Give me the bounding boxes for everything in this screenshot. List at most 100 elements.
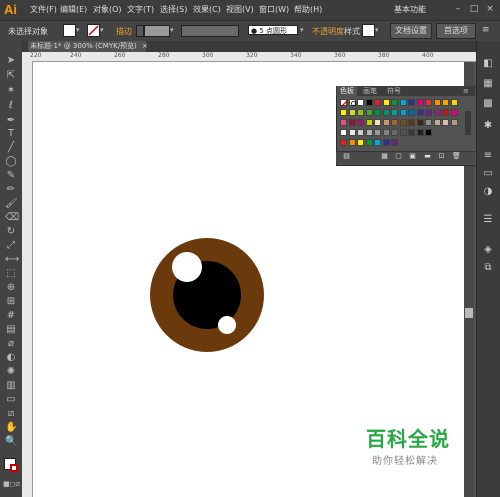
- swatch-libraries-icon[interactable]: ▤: [342, 152, 351, 161]
- swatches-scrollbar[interactable]: [465, 111, 471, 135]
- color-swatch[interactable]: [382, 119, 390, 126]
- color-swatch[interactable]: [374, 99, 381, 106]
- fill-swatch[interactable]: [63, 24, 76, 37]
- document-tab-close-icon[interactable]: ×: [142, 42, 148, 50]
- color-swatch[interactable]: [374, 139, 381, 146]
- mesh-tool-icon[interactable]: #: [5, 310, 17, 322]
- color-swatch[interactable]: [408, 99, 415, 106]
- color-swatch[interactable]: [450, 99, 458, 106]
- graphic-style-swatch[interactable]: [362, 24, 375, 37]
- preferences-button[interactable]: 首选项: [436, 23, 476, 39]
- color-swatch[interactable]: [416, 109, 424, 116]
- color-swatch[interactable]: [442, 119, 449, 126]
- brushes-panel-icon[interactable]: ✱: [482, 120, 494, 132]
- pen-tool-icon[interactable]: ✒: [5, 115, 17, 127]
- stroke-weight-stepper[interactable]: [136, 25, 144, 37]
- variable-width-profile[interactable]: [181, 25, 239, 37]
- free-transform-tool-icon[interactable]: ⬚: [5, 268, 17, 280]
- align-icon[interactable]: ≡: [482, 25, 490, 35]
- eye-highlight-small[interactable]: [218, 316, 236, 334]
- color-swatch[interactable]: [365, 109, 373, 116]
- menu-help[interactable]: 帮助(H): [294, 4, 322, 15]
- slice-tool-icon[interactable]: ⧄: [5, 408, 17, 420]
- tab-symbols[interactable]: 符号: [384, 86, 404, 96]
- color-swatch[interactable]: [408, 109, 415, 116]
- show-swatch-kinds-icon[interactable]: ▦: [380, 152, 389, 161]
- stroke-swatch[interactable]: [87, 24, 100, 37]
- color-swatch[interactable]: [425, 99, 432, 106]
- color-swatch[interactable]: [340, 109, 347, 116]
- color-swatch[interactable]: [357, 99, 364, 106]
- menu-file[interactable]: 文件(F): [30, 4, 57, 15]
- pencil-tool-icon[interactable]: ✏: [5, 184, 17, 196]
- menu-object[interactable]: 对象(O): [93, 4, 122, 15]
- color-swatch[interactable]: [391, 139, 398, 146]
- direct-selection-tool-icon[interactable]: ⇱: [5, 70, 17, 82]
- minimize-button[interactable]: –: [453, 3, 463, 15]
- maximize-button[interactable]: □: [469, 3, 479, 15]
- color-mode-icons[interactable]: ■◻⧄: [3, 478, 20, 490]
- menu-view[interactable]: 视图(V): [226, 4, 254, 15]
- new-swatch-page-icon[interactable]: ⊡: [437, 152, 446, 161]
- delete-swatch-icon[interactable]: 🗑: [452, 152, 461, 161]
- close-button[interactable]: ×: [485, 3, 495, 15]
- color-swatch[interactable]: [391, 109, 398, 116]
- panel-menu-icon[interactable]: ≡: [463, 87, 469, 95]
- stroke-weight-input[interactable]: [144, 25, 170, 37]
- color-guide-icon[interactable]: ▦: [482, 78, 494, 90]
- color-swatch[interactable]: [382, 99, 390, 106]
- color-swatch[interactable]: [408, 129, 415, 136]
- type-tool-icon[interactable]: T: [5, 128, 17, 140]
- color-swatch[interactable]: [433, 119, 441, 126]
- color-swatch[interactable]: [348, 99, 356, 106]
- color-swatch[interactable]: [348, 119, 356, 126]
- tab-brushes[interactable]: 画笔: [360, 86, 380, 96]
- color-swatch[interactable]: [348, 109, 356, 116]
- style-dropdown-icon[interactable]: ▾: [375, 26, 379, 34]
- menu-select[interactable]: 选择(S): [160, 4, 187, 15]
- color-swatch[interactable]: [399, 99, 407, 106]
- gradient-tool-icon[interactable]: ▤: [5, 324, 17, 336]
- stroke-label[interactable]: 描边: [116, 26, 132, 37]
- layers-panel-icon[interactable]: ◈: [482, 244, 494, 256]
- color-swatch[interactable]: [348, 129, 356, 136]
- menu-type[interactable]: 文字(T): [127, 4, 154, 15]
- brush-dropdown-icon[interactable]: ▾: [300, 26, 304, 34]
- gradient-panel-icon[interactable]: ▭: [482, 168, 494, 180]
- hand-tool-icon[interactable]: ✋: [5, 422, 17, 434]
- magic-wand-tool-icon[interactable]: ✶: [5, 85, 17, 97]
- zoom-tool-icon[interactable]: 🔍: [5, 436, 17, 448]
- brush-definition[interactable]: ● 5 点圆形: [248, 25, 298, 35]
- color-swatch[interactable]: [408, 119, 415, 126]
- stroke-color-indicator[interactable]: [10, 464, 18, 472]
- color-swatch[interactable]: [382, 129, 390, 136]
- color-swatch[interactable]: [433, 99, 441, 106]
- color-swatch[interactable]: [357, 119, 364, 126]
- color-swatch[interactable]: [374, 119, 381, 126]
- shape-builder-tool-icon[interactable]: ⊕: [5, 282, 17, 294]
- color-swatch[interactable]: [416, 99, 424, 106]
- color-swatch[interactable]: [365, 119, 373, 126]
- color-panel-icon[interactable]: ◧: [482, 58, 494, 70]
- color-swatch[interactable]: [340, 99, 349, 108]
- line-tool-icon[interactable]: ╱: [5, 142, 17, 154]
- stroke-weight-dropdown-icon[interactable]: ▾: [170, 26, 174, 34]
- color-swatch[interactable]: [365, 129, 373, 136]
- opacity-label[interactable]: 不透明度: [312, 26, 344, 37]
- artboard-tool-icon[interactable]: ▭: [5, 394, 17, 406]
- column-graph-tool-icon[interactable]: ▥: [5, 380, 17, 392]
- color-swatch[interactable]: [340, 139, 347, 146]
- document-setup-button[interactable]: 文档设置: [390, 23, 432, 39]
- eyedropper-tool-icon[interactable]: ⌀: [5, 338, 17, 350]
- rotate-tool-icon[interactable]: ↻: [5, 226, 17, 238]
- new-color-group-icon[interactable]: ▣: [408, 152, 417, 161]
- stroke-dropdown-icon[interactable]: ▾: [100, 26, 104, 34]
- blob-brush-tool-icon[interactable]: 🖌: [5, 198, 18, 210]
- lasso-tool-icon[interactable]: ℓ: [5, 100, 17, 112]
- perspective-grid-tool-icon[interactable]: ⊞: [5, 296, 17, 308]
- vertical-ruler[interactable]: [22, 61, 33, 497]
- color-swatch[interactable]: [391, 129, 398, 136]
- swatch-options-icon[interactable]: ▢: [394, 152, 403, 161]
- transparency-panel-icon[interactable]: ◑: [482, 186, 494, 198]
- color-swatch[interactable]: [340, 129, 347, 136]
